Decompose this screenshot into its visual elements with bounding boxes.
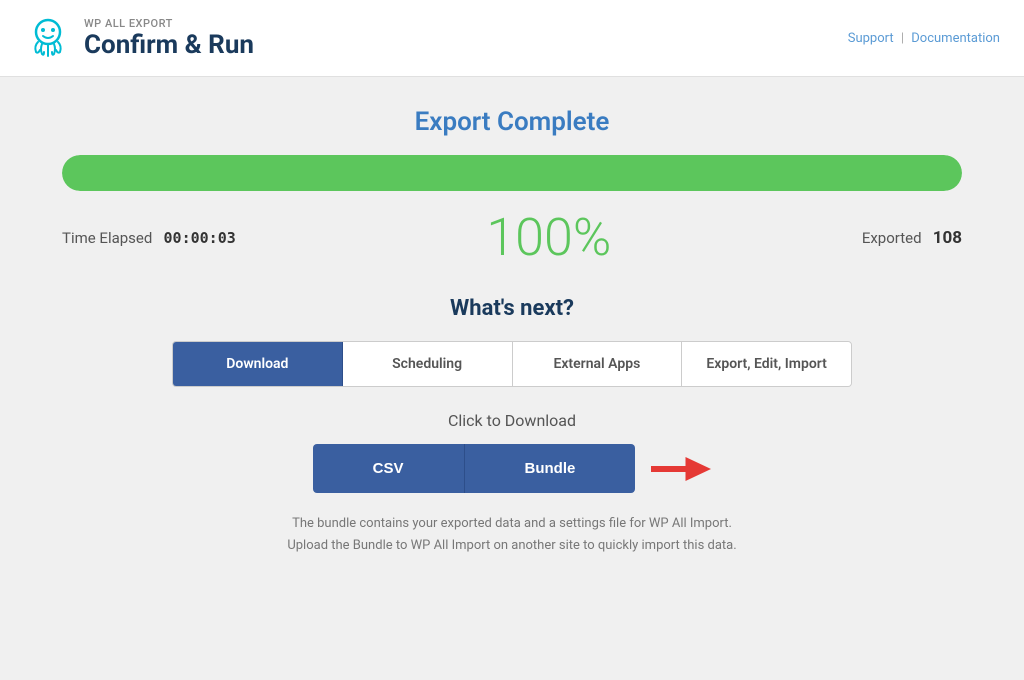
tab-external-apps[interactable]: External Apps	[513, 342, 683, 386]
exported-label: Exported	[862, 229, 922, 247]
support-link[interactable]: Support	[848, 31, 894, 46]
tabs-container: Download Scheduling External Apps Export…	[172, 341, 852, 387]
time-elapsed-value: 00:00:03	[164, 229, 236, 247]
header-left: WP ALL EXPORT Confirm & Run	[24, 14, 254, 62]
header: WP ALL EXPORT Confirm & Run Support | Do…	[0, 0, 1024, 77]
exported-count: Exported 108	[862, 228, 962, 248]
header-subtitle: WP ALL EXPORT	[84, 17, 254, 30]
progress-bar-container	[62, 155, 962, 191]
main-content: Export Complete Time Elapsed 00:00:03 10…	[0, 77, 1024, 680]
tab-download[interactable]: Download	[173, 342, 343, 386]
download-buttons-row: CSV Bundle	[313, 444, 712, 493]
red-arrow-icon	[651, 454, 711, 484]
documentation-link[interactable]: Documentation	[911, 31, 1000, 46]
time-elapsed-label: Time Elapsed	[62, 229, 152, 247]
tab-export-edit-import[interactable]: Export, Edit, Import	[682, 342, 851, 386]
logo-icon	[24, 14, 72, 62]
time-elapsed: Time Elapsed 00:00:03	[62, 229, 236, 247]
tab-scheduling[interactable]: Scheduling	[343, 342, 513, 386]
bundle-button[interactable]: Bundle	[465, 444, 636, 493]
stats-row: Time Elapsed 00:00:03 100% Exported 108	[62, 207, 962, 268]
header-text: WP ALL EXPORT Confirm & Run	[84, 17, 254, 60]
arrow-indicator	[651, 454, 711, 484]
csv-button[interactable]: CSV	[313, 444, 465, 493]
percentage-display: 100%	[486, 207, 611, 268]
header-title: Confirm & Run	[84, 30, 254, 60]
header-links: Support | Documentation	[848, 31, 1000, 46]
whats-next-title: What's next?	[450, 296, 574, 321]
export-complete-title: Export Complete	[415, 107, 610, 137]
progress-bar-fill	[62, 155, 962, 191]
link-separator: |	[901, 31, 904, 46]
click-to-download-label: Click to Download	[448, 411, 576, 430]
exported-number: 108	[933, 228, 962, 248]
info-text: The bundle contains your exported data a…	[287, 513, 736, 557]
